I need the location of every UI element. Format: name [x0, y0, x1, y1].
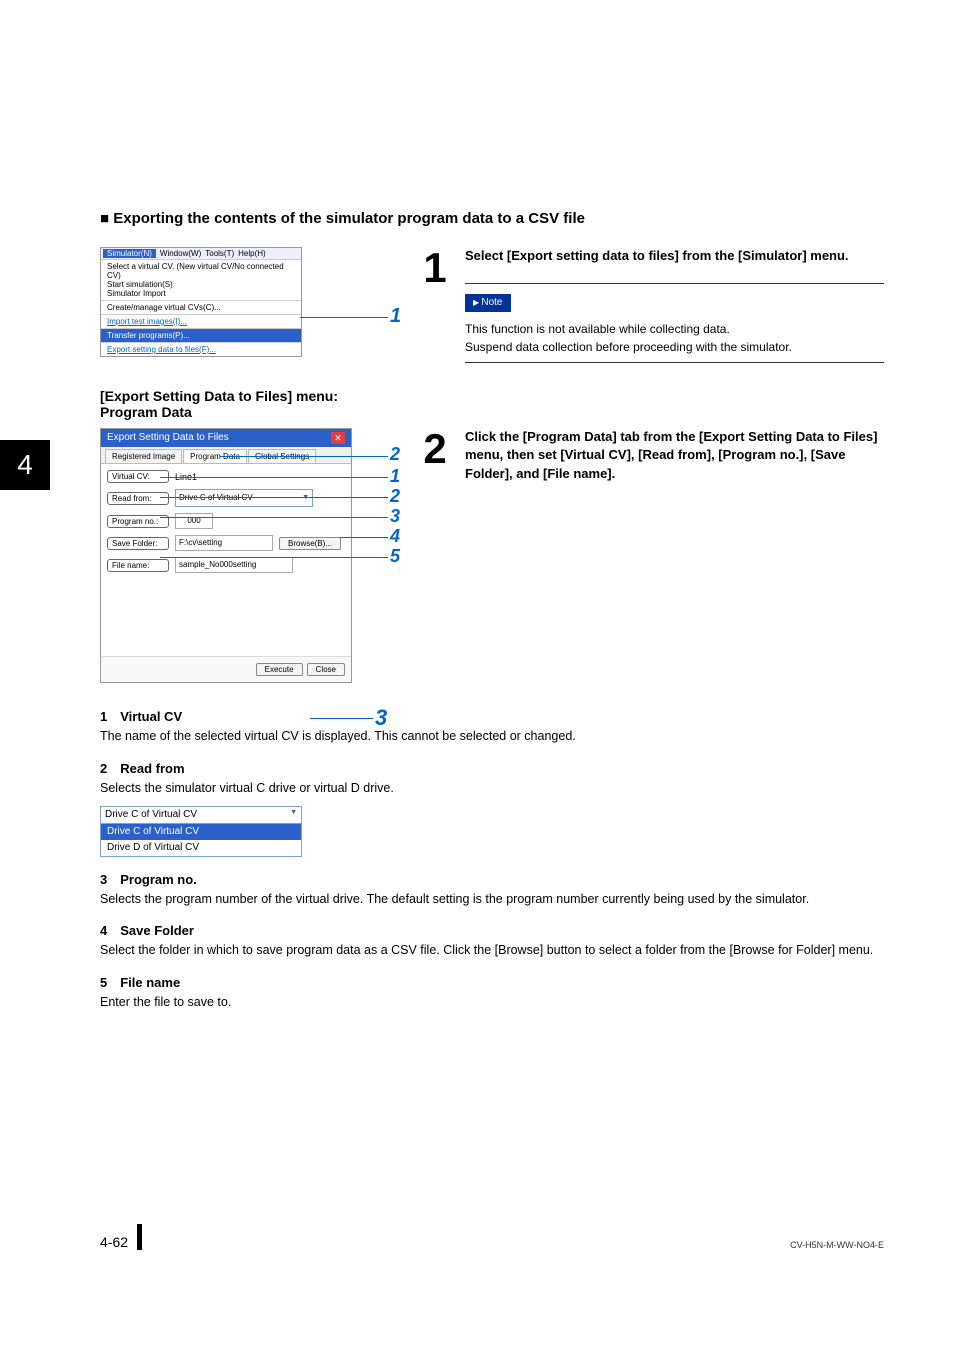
step-number-1: 1 — [420, 247, 450, 363]
menu-item: Export setting data to files(F)... — [101, 342, 301, 356]
desc-3-title: 3 Program no. — [100, 871, 884, 889]
dialog-title: Export Setting Data to Files — [107, 432, 229, 444]
desc-1-body: The name of the selected virtual CV is d… — [100, 728, 884, 746]
desc-2-title: 2 Read from — [100, 760, 884, 778]
program-no-input[interactable]: 000 — [175, 513, 213, 529]
menubar-simulator: Simulator(N) — [103, 249, 156, 258]
step-number-2: 2 — [420, 428, 450, 683]
menubar-help: Help(H) — [238, 249, 266, 258]
callout-2-top: 2 — [390, 444, 400, 465]
callout-2-right: 2 — [390, 486, 400, 507]
save-folder-label: Save Folder: — [107, 537, 169, 550]
note-label: Note — [465, 294, 511, 312]
read-from-label: Read from: — [107, 492, 169, 505]
menu-item-highlighted: Transfer programs(P)... — [101, 328, 301, 342]
read-from-dropdown-sample: Drive C of Virtual CV▼ Drive C of Virtua… — [100, 806, 302, 857]
callout-4-right: 4 — [390, 526, 400, 547]
dialog-subtitle: [Export Setting Data to Files] menu: Pro… — [100, 388, 884, 420]
desc-5-body: Enter the file to save to. — [100, 994, 884, 1012]
desc-4-body: Select the folder in which to save progr… — [100, 942, 884, 960]
menu-item: Import test images(I)... — [101, 314, 301, 328]
page-number: 4-62 — [100, 1234, 128, 1250]
browse-button[interactable]: Browse(B)... — [279, 537, 341, 550]
export-dialog: Export Setting Data to Files ✕ Registere… — [100, 428, 352, 683]
menu-item: Select a virtual CV. (New virtual CV/No … — [101, 259, 301, 300]
desc-4-title: 4 Save Folder — [100, 922, 884, 940]
menu-screenshot: Simulator(N) Window(W) Tools(T) Help(H) … — [100, 247, 302, 357]
menu-item: Create/manage virtual CVs(C)... — [101, 300, 301, 314]
note-line: This function is not available while col… — [465, 320, 884, 338]
desc-5-title: 5 File name — [100, 974, 884, 992]
desc-3-body: Selects the program number of the virtua… — [100, 891, 884, 909]
file-name-input[interactable]: sample_No000setting — [175, 557, 293, 573]
menubar-tools: Tools(T) — [205, 249, 234, 258]
step2-text: Click the [Program Data] tab from the [E… — [465, 428, 884, 483]
callout-5-right: 5 — [390, 546, 400, 567]
execute-button[interactable]: Execute — [256, 663, 303, 676]
callout-3-right: 3 — [390, 506, 400, 527]
tab-registered-image[interactable]: Registered Image — [105, 449, 182, 463]
callout-1: 1 — [390, 305, 401, 328]
chapter-tab: 4 — [0, 440, 50, 490]
read-from-select[interactable]: Drive C of Virtual CV▼ — [175, 489, 313, 507]
menubar-window: Window(W) — [160, 249, 201, 258]
step1-text: Select [Export setting data to files] fr… — [465, 247, 884, 265]
dropdown-option: Drive C of Virtual CV — [101, 824, 301, 840]
save-folder-input[interactable]: F:\cv\setting — [175, 535, 273, 551]
dropdown-option: Drive D of Virtual CV — [101, 840, 301, 856]
callout-1-right: 1 — [390, 466, 400, 487]
callout-3-bottom: 3 — [375, 705, 387, 731]
file-name-label: File name: — [107, 559, 169, 572]
desc-2-body: Selects the simulator virtual C drive or… — [100, 780, 884, 798]
section-heading: ■ Exporting the contents of the simulato… — [100, 210, 884, 227]
desc-1-title: 1 Virtual CV — [100, 708, 884, 726]
note-line: Suspend data collection before proceedin… — [465, 338, 884, 356]
document-code: CV-H5N-M-WW-NO4-E — [790, 1240, 884, 1250]
close-button[interactable]: Close — [307, 663, 345, 676]
close-icon[interactable]: ✕ — [331, 432, 345, 444]
